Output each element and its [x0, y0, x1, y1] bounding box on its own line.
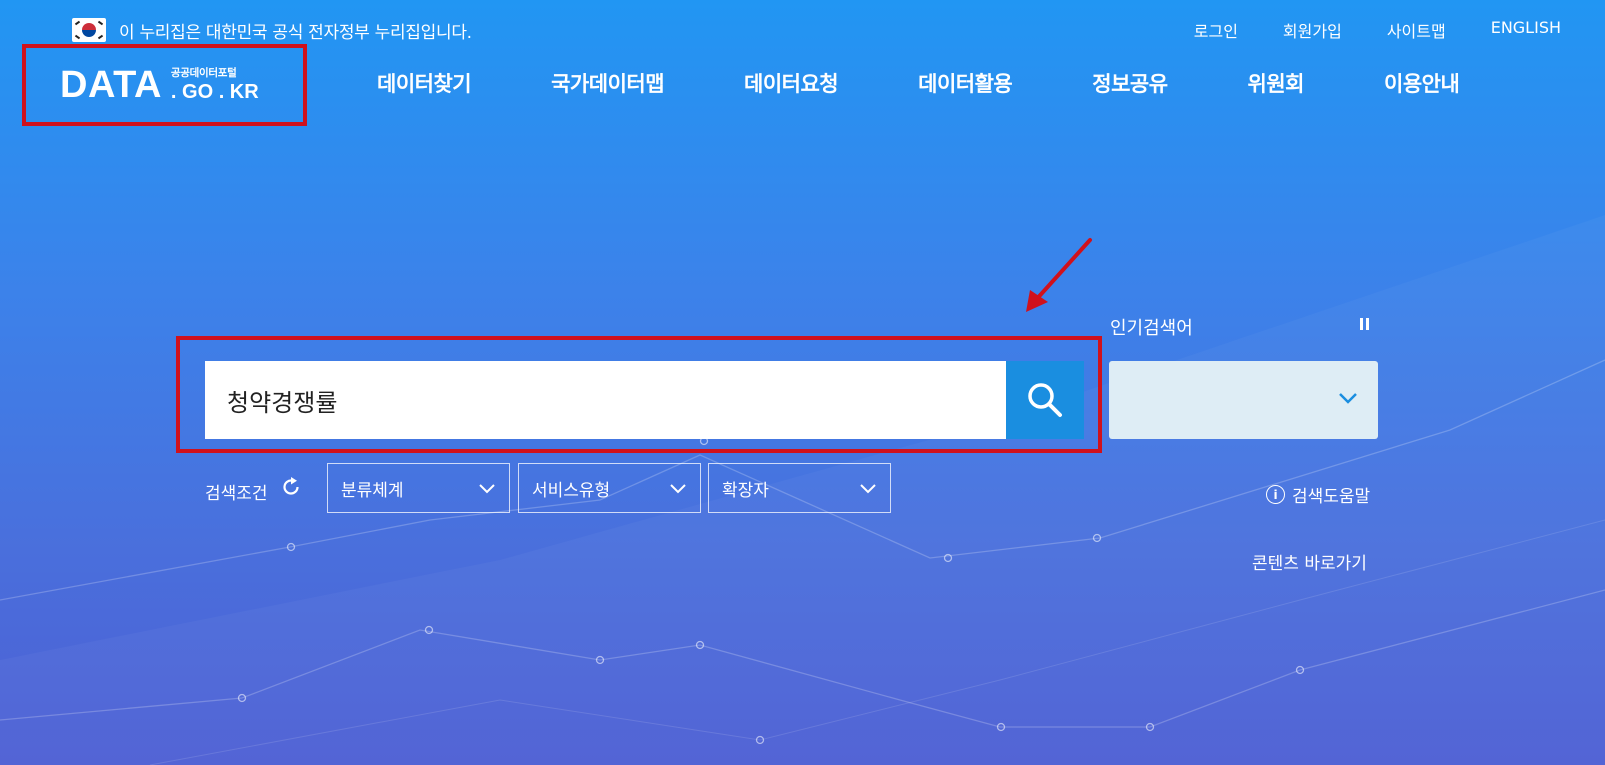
gov-notice-text: 이 누리집은 대한민국 공식 전자정부 누리집입니다. [119, 22, 472, 43]
popular-search-select[interactable] [1109, 361, 1378, 439]
utility-links: 로그인 회원가입 사이트맵 ENGLISH [1194, 18, 1561, 42]
search-conditions-label: 검색조건 [205, 484, 268, 504]
signup-link[interactable]: 회원가입 [1283, 18, 1342, 42]
logo-domain-text: . GO . KR [170, 80, 259, 103]
chevron-down-icon [860, 484, 876, 494]
pause-icon[interactable] [1360, 318, 1372, 332]
category-dropdown-label: 분류체계 [341, 480, 404, 501]
gov-notice: 이 누리집은 대한민국 공식 전자정부 누리집입니다. [72, 17, 472, 43]
search-icon [1028, 383, 1062, 417]
chevron-down-icon [479, 484, 495, 494]
nav-item-info-sharing[interactable]: 정보공유 [1092, 68, 1168, 98]
sitemap-link[interactable]: 사이트맵 [1387, 18, 1446, 42]
chevron-down-icon [670, 484, 686, 494]
nav-item-data-usage[interactable]: 데이터활용 [918, 68, 1013, 98]
category-dropdown[interactable]: 분류체계 [327, 463, 510, 513]
nav-item-guide[interactable]: 이용안내 [1384, 68, 1460, 98]
content-shortcut-link[interactable]: 콘텐츠 바로가기 [1252, 549, 1367, 574]
service-type-dropdown[interactable]: 서비스유형 [518, 463, 701, 513]
logo-sub-text: 공공데이터포털 [170, 67, 237, 80]
search-help-label: 검색도움말 [1292, 487, 1371, 507]
chevron-down-icon [1339, 393, 1357, 404]
login-link[interactable]: 로그인 [1194, 18, 1238, 42]
english-link[interactable]: ENGLISH [1491, 18, 1561, 42]
info-icon: i [1266, 485, 1285, 504]
site-logo[interactable]: DATA 공공데이터포털 . GO . KR [22, 44, 307, 126]
korea-flag-icon [72, 18, 106, 42]
nav-item-committee[interactable]: 위원회 [1248, 68, 1305, 98]
extension-dropdown-label: 확장자 [722, 480, 769, 501]
main-nav: 데이터찾기 국가데이터맵 데이터요청 데이터활용 정보공유 위원회 이용안내 [377, 68, 1460, 98]
search-input[interactable] [205, 361, 1007, 439]
service-type-dropdown-label: 서비스유형 [532, 480, 611, 501]
search-help-link[interactable]: i 검색도움말 [1266, 482, 1370, 507]
logo-main-text: DATA [60, 63, 162, 106]
nav-item-national-data-map[interactable]: 국가데이터맵 [551, 68, 664, 98]
nav-item-find-data[interactable]: 데이터찾기 [377, 68, 472, 98]
popular-search-label: 인기검색어 [1110, 318, 1193, 339]
reset-icon[interactable] [280, 476, 302, 498]
extension-dropdown[interactable]: 확장자 [708, 463, 891, 513]
search-button[interactable] [1006, 361, 1084, 439]
annotation-arrow [1026, 238, 1092, 312]
nav-item-data-request[interactable]: 데이터요청 [744, 68, 839, 98]
